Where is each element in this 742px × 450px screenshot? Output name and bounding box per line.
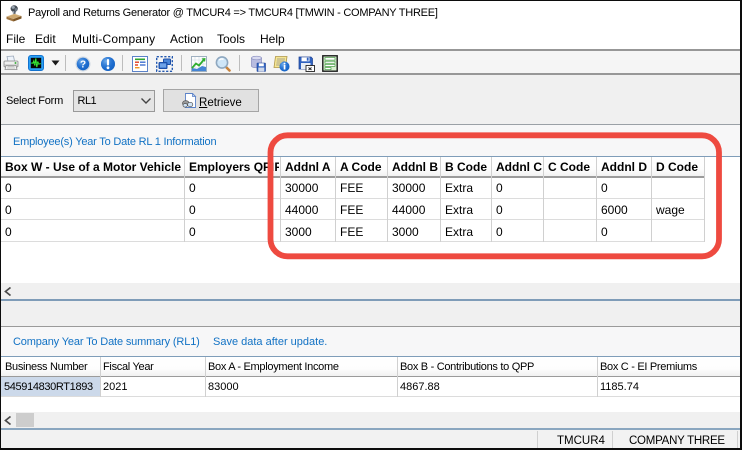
svg-text:?: ?	[80, 60, 86, 71]
